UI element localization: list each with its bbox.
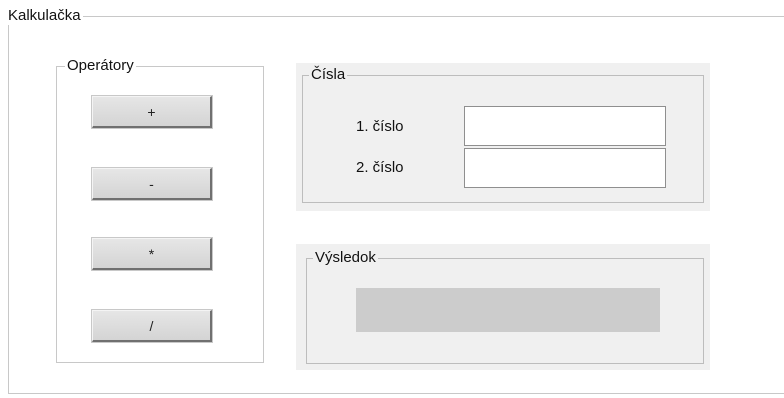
divide-button[interactable]: /	[91, 309, 213, 343]
numbers-title: Čísla	[309, 66, 348, 84]
result-display	[356, 288, 660, 332]
subtract-button[interactable]: -	[91, 167, 213, 201]
first-number-label: 1. číslo	[356, 118, 404, 135]
first-number-input[interactable]	[464, 106, 666, 146]
add-button[interactable]: +	[91, 95, 213, 129]
calculator-title: Kalkulačka	[6, 7, 83, 25]
operators-title: Operátory	[65, 57, 136, 75]
multiply-button[interactable]: *	[91, 237, 213, 271]
second-number-input[interactable]	[464, 148, 666, 188]
second-number-label: 2. číslo	[356, 159, 404, 176]
result-title: Výsledok	[313, 249, 378, 267]
